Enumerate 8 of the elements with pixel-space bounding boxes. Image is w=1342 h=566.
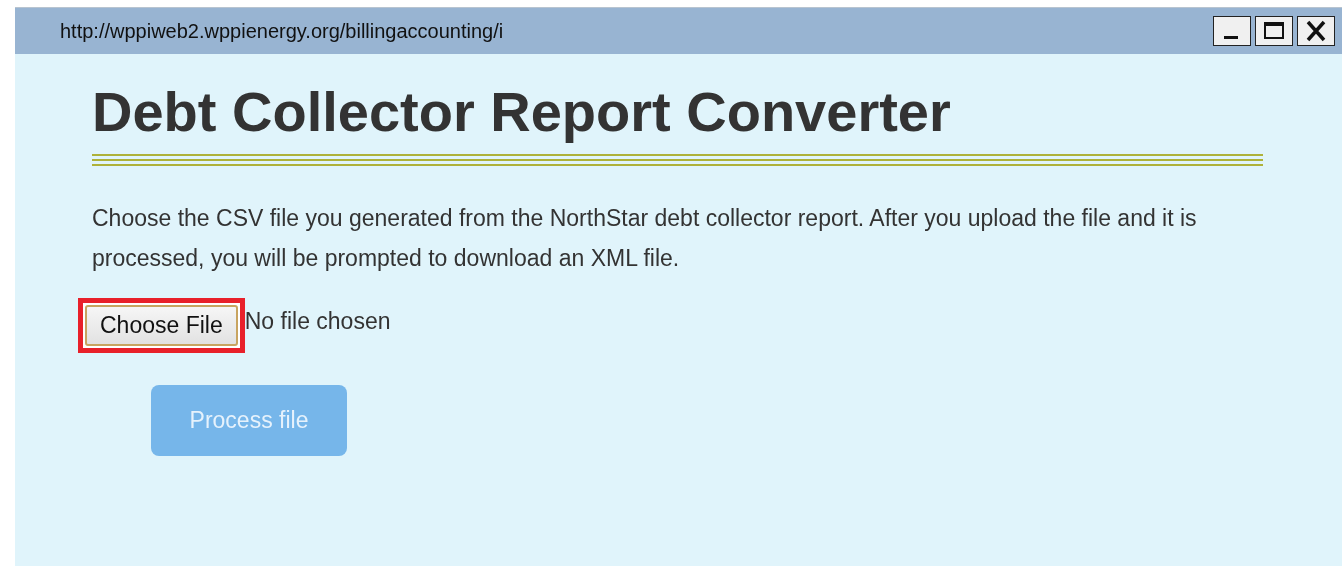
file-status-text: No file chosen [244, 308, 391, 335]
choose-file-button[interactable]: Choose File [85, 305, 238, 346]
instructions-text: Choose the CSV file you generated from the NorthStar debt collector report. After you upload the file and it is processed, you will be prompted to download an XML file. [92, 204, 1198, 273]
maximize-icon[interactable] [1255, 16, 1293, 46]
minimize-icon[interactable] [1213, 16, 1251, 46]
page-heading: Debt Collector Report Converter [92, 80, 952, 144]
window-title: http://wppiweb2.wppienergy.org/billingaccounting/i [60, 19, 504, 43]
close-icon[interactable] [1297, 16, 1335, 46]
